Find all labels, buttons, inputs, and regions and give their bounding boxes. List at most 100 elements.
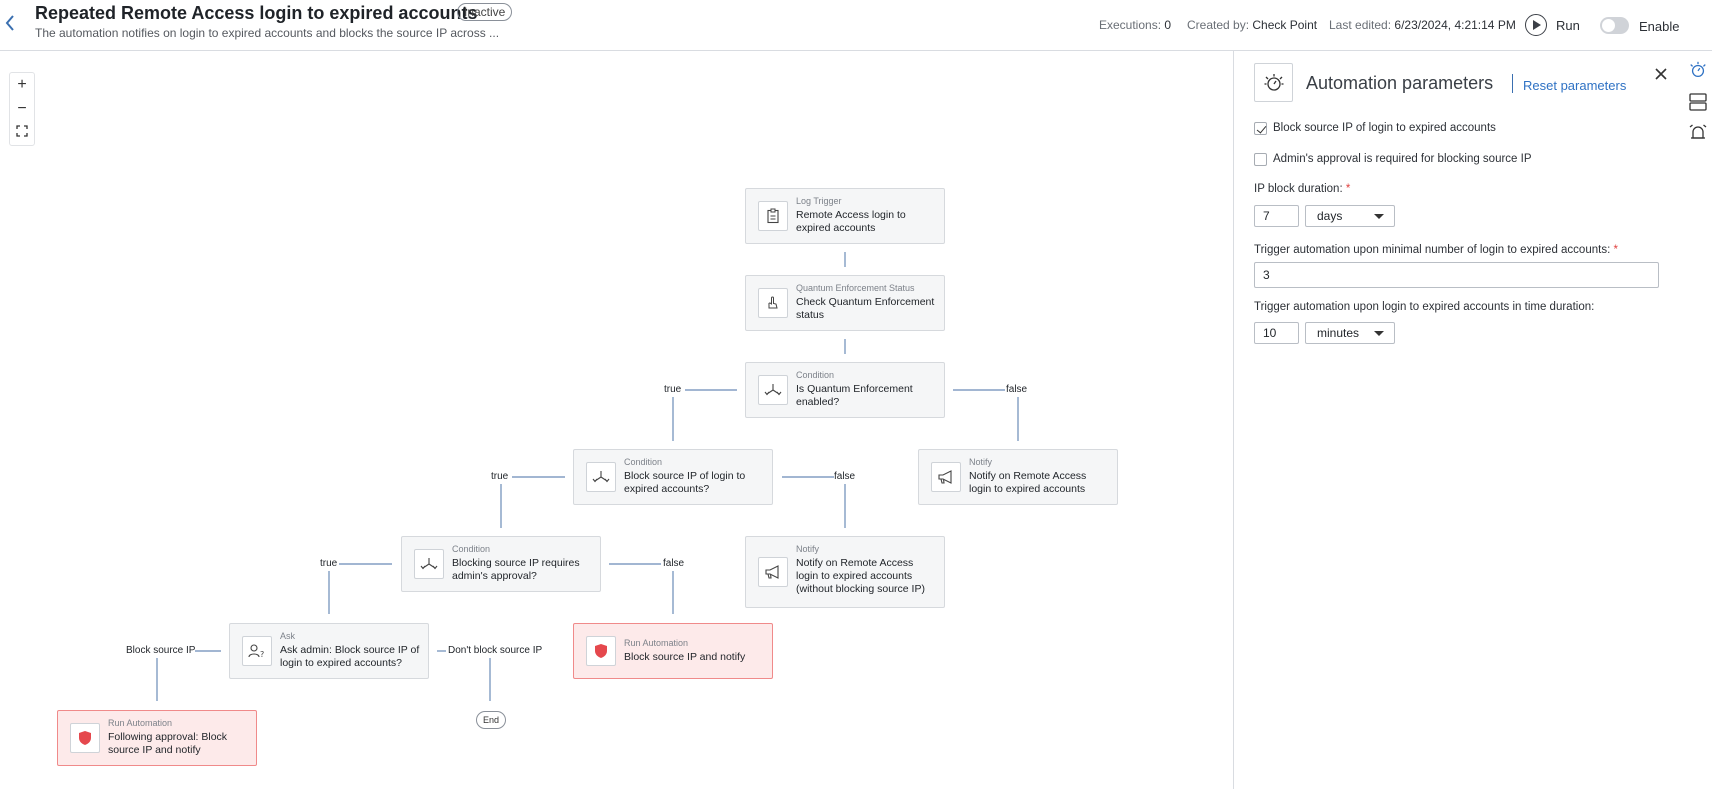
enable-label: Enable bbox=[1639, 19, 1680, 34]
edge-label-false: false bbox=[834, 471, 856, 482]
time-window-label: Trigger automation upon login to expired… bbox=[1254, 301, 1595, 313]
run-icon[interactable] bbox=[1525, 14, 1547, 36]
node-type: Notify bbox=[969, 457, 993, 467]
min-logins-input[interactable]: 3 bbox=[1254, 262, 1659, 288]
node-text: Is Quantum Enforcement enabled? bbox=[796, 383, 913, 408]
node-text: Check Quantum Enforcement status bbox=[796, 296, 935, 321]
megaphone-icon bbox=[758, 557, 788, 587]
edge-label-true: true bbox=[320, 558, 338, 569]
split-branch-icon bbox=[414, 549, 444, 579]
run-button[interactable]: Run bbox=[1556, 18, 1580, 33]
node-text: Following approval: Block source IP and … bbox=[108, 731, 228, 756]
ip-block-duration-unit: days bbox=[1317, 209, 1343, 223]
min-logins-label: Trigger automation upon minimal number o… bbox=[1254, 244, 1618, 256]
zoom-controls: + − bbox=[9, 72, 35, 146]
edge-label-dont-block-source-ip: Don't block source IP bbox=[448, 645, 543, 656]
node-type: Notify bbox=[796, 544, 820, 554]
node-type: Condition bbox=[796, 370, 835, 380]
created-by-meta: Created by: Check Point bbox=[1187, 18, 1317, 32]
megaphone-icon bbox=[931, 462, 961, 492]
edge-label-false: false bbox=[1006, 384, 1028, 395]
automation-parameters-panel: Automation parameters Reset parameters B… bbox=[1233, 51, 1683, 789]
node-condition-block[interactable]: Condition Block source IP of login to ex… bbox=[573, 449, 773, 505]
node-ask-admin[interactable]: ? Ask Ask admin: Block source IP of logi… bbox=[229, 623, 429, 679]
ip-block-duration-input[interactable]: 7 bbox=[1254, 205, 1299, 227]
svg-text:?: ? bbox=[260, 650, 264, 659]
close-icon[interactable] bbox=[1654, 64, 1668, 87]
node-type: Condition bbox=[624, 457, 663, 467]
edge-label-true: true bbox=[491, 471, 509, 482]
automation-icon[interactable] bbox=[1687, 59, 1709, 81]
created-by-label: Created by: bbox=[1187, 18, 1250, 32]
node-text: Remote Access login to expired accounts bbox=[796, 209, 906, 234]
time-window-unit-select[interactable]: minutes bbox=[1305, 322, 1395, 344]
time-window-input[interactable]: 10 bbox=[1254, 322, 1299, 344]
node-type: Run Automation bbox=[108, 718, 173, 728]
node-text: Block source IP of login to expired acco… bbox=[624, 470, 746, 495]
user-question-icon: ? bbox=[242, 636, 272, 666]
node-text: Blocking source IP requires admin's appr… bbox=[452, 557, 580, 582]
enable-toggle[interactable] bbox=[1600, 17, 1629, 34]
ip-block-duration-unit-select[interactable]: days bbox=[1305, 205, 1395, 227]
page-subtitle: The automation notifies on login to expi… bbox=[35, 26, 500, 40]
reset-parameters-link[interactable]: Reset parameters bbox=[1523, 78, 1626, 93]
node-type: Condition bbox=[452, 544, 491, 554]
zoom-out-button[interactable]: − bbox=[10, 97, 34, 121]
back-arrow-icon[interactable] bbox=[4, 13, 24, 35]
node-type: Ask bbox=[280, 631, 296, 641]
panel-title: Automation parameters bbox=[1306, 73, 1494, 93]
chevron-down-icon bbox=[1374, 331, 1384, 336]
created-by-value: Check Point bbox=[1252, 18, 1318, 32]
executions-label: Executions: bbox=[1099, 18, 1162, 32]
node-quantum-status[interactable]: Quantum Enforcement Status Check Quantum… bbox=[745, 275, 945, 331]
split-branch-icon bbox=[758, 375, 788, 405]
node-text: Notify on Remote Access login to expired… bbox=[796, 557, 925, 595]
zoom-in-button[interactable]: + bbox=[10, 73, 34, 97]
edge-label-false: false bbox=[663, 558, 685, 569]
chevron-down-icon bbox=[1374, 214, 1384, 219]
edge-label-block-source-ip: Block source IP bbox=[126, 645, 196, 656]
node-text: Block source IP and notify bbox=[624, 651, 746, 663]
last-edited-label: Last edited: bbox=[1329, 18, 1392, 32]
node-text: Ask admin: Block source IP of login to e… bbox=[280, 644, 420, 669]
split-branch-icon bbox=[586, 462, 616, 492]
right-rail bbox=[1683, 51, 1712, 789]
clipboard-icon bbox=[758, 201, 788, 231]
time-window-unit: minutes bbox=[1317, 326, 1360, 340]
node-condition-quantum[interactable]: Condition Is Quantum Enforcement enabled… bbox=[745, 362, 945, 418]
block-source-ip-checkbox[interactable] bbox=[1254, 122, 1267, 135]
last-edited-value: 6/23/2024, 4:21:14 PM bbox=[1394, 18, 1516, 32]
node-text: Notify on Remote Access login to expired… bbox=[969, 470, 1087, 495]
node-run-block[interactable]: Run Automation Block source IP and notif… bbox=[573, 623, 773, 679]
automation-icon bbox=[1254, 63, 1293, 102]
fit-icon bbox=[16, 125, 28, 137]
last-edited-meta: Last edited: 6/23/2024, 4:21:14 PM bbox=[1329, 18, 1516, 32]
node-run-approval[interactable]: Run Automation Following approval: Block… bbox=[57, 710, 257, 766]
node-type: Log Trigger bbox=[796, 196, 842, 206]
node-notify[interactable]: Notify Notify on Remote Access login to … bbox=[918, 449, 1118, 505]
admin-approval-label: Admin's approval is required for blockin… bbox=[1273, 153, 1532, 165]
fit-view-button[interactable] bbox=[10, 121, 34, 145]
title-divider bbox=[1512, 74, 1513, 93]
node-log-trigger[interactable]: Log Trigger Remote Access login to expir… bbox=[745, 188, 945, 244]
node-type: Run Automation bbox=[624, 638, 689, 648]
hand-pointer-icon bbox=[758, 288, 788, 318]
layout-icon[interactable] bbox=[1687, 91, 1709, 113]
executions-value: 0 bbox=[1164, 18, 1172, 32]
shield-icon bbox=[70, 723, 100, 753]
admin-approval-checkbox[interactable] bbox=[1254, 153, 1267, 166]
block-source-ip-label: Block source IP of login to expired acco… bbox=[1273, 122, 1496, 134]
end-node: End bbox=[476, 711, 506, 729]
shield-icon bbox=[586, 636, 616, 666]
edge-label-true: true bbox=[664, 384, 682, 395]
node-type: Quantum Enforcement Status bbox=[796, 283, 915, 293]
alarm-icon[interactable] bbox=[1687, 122, 1709, 144]
status-badge: Inactive bbox=[457, 3, 513, 21]
ip-block-duration-label: IP block duration: * bbox=[1254, 183, 1351, 195]
executions-meta: Executions: 0 bbox=[1099, 18, 1171, 32]
node-condition-approval[interactable]: Condition Blocking source IP requires ad… bbox=[401, 536, 601, 592]
flow-canvas[interactable]: + − Log Trigger Remote Access login to e… bbox=[0, 51, 1233, 789]
page-title: Repeated Remote Access login to expired … bbox=[35, 3, 478, 23]
node-notify-no-block[interactable]: Notify Notify on Remote Access login to … bbox=[745, 536, 945, 608]
header: Repeated Remote Access login to expired … bbox=[0, 0, 1712, 51]
